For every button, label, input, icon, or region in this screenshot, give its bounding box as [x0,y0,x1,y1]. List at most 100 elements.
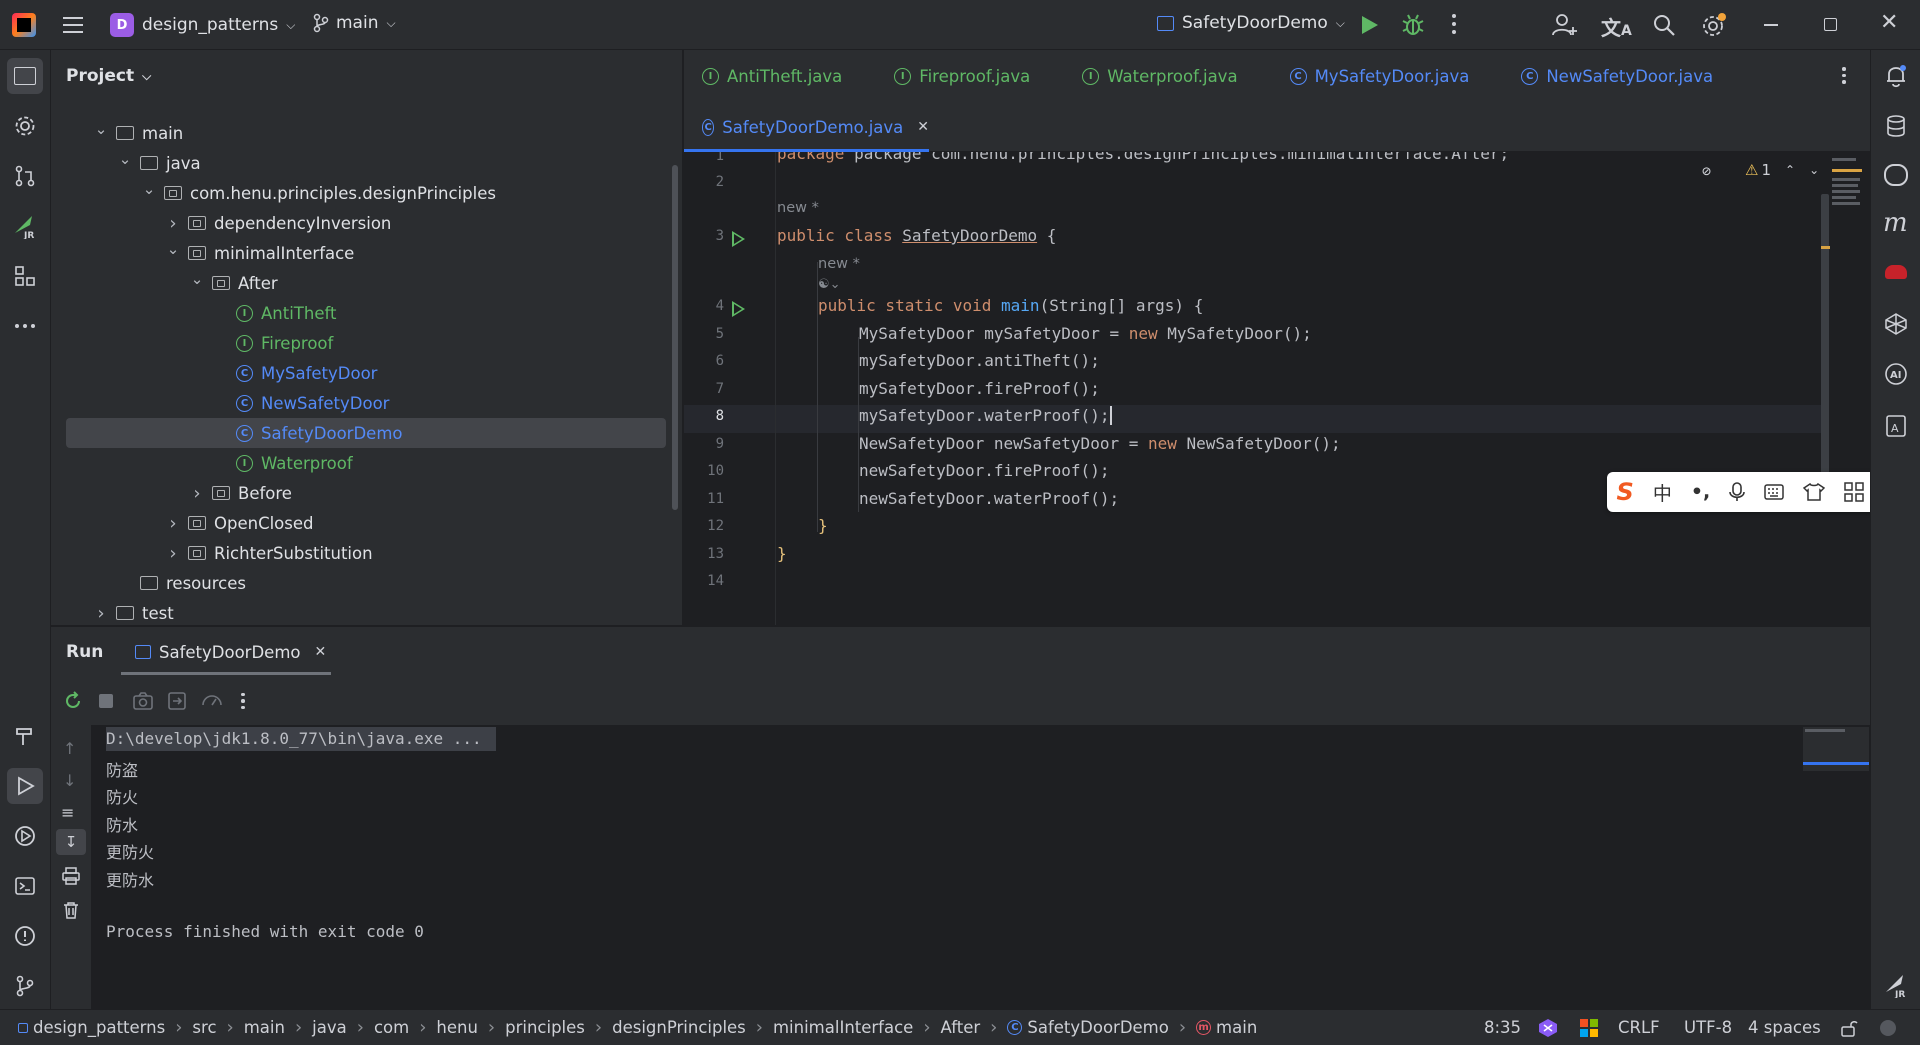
run-tab-safety-door-demo[interactable]: SafetyDoorDemo ✕ [121,627,331,677]
line-number[interactable]: 10 [684,463,724,479]
more-options-icon[interactable] [241,692,245,710]
unlock-icon[interactable] [1840,1019,1858,1037]
tree-item-fireproof[interactable]: I Fireproof [51,328,682,358]
dump-threads-icon[interactable] [133,692,153,710]
breadcrumb-item[interactable]: design_patterns [18,1018,165,1037]
more-actions-icon[interactable] [1452,14,1456,34]
punctuation-icon[interactable]: •, [1691,481,1710,503]
codeglance-icon[interactable] [1885,265,1907,279]
line-number[interactable]: 11 [684,491,724,507]
database-icon[interactable] [1885,114,1907,138]
chevron-right-icon[interactable]: › [94,603,108,624]
terminal-tool-button[interactable] [7,868,43,904]
clear-trash-icon[interactable] [62,901,80,919]
line-number[interactable]: 6 [684,353,724,369]
more-tools-button[interactable] [7,308,43,344]
chevron-right-icon[interactable]: › [166,513,180,534]
stop-icon[interactable] [99,694,113,708]
indent-settings[interactable]: 4 spaces [1748,1018,1821,1037]
print-icon[interactable] [62,867,80,885]
notifications-bell-icon[interactable] [1885,64,1907,88]
debug-bug-icon[interactable] [1402,13,1424,37]
chevron-down-icon[interactable]: ⌄ [166,240,180,258]
warnings-indicator[interactable]: ⚠ 1 ⌃ ⌄ [1745,161,1819,179]
breadcrumb-item[interactable]: designPrinciples [612,1018,746,1037]
main-menu-icon[interactable] [62,14,84,36]
usage-hint[interactable]: new * [818,256,860,272]
line-number[interactable]: 4 [684,298,724,314]
tree-item-java[interactable]: ⌄ java [51,148,682,178]
jrebel-panel-icon[interactable]: JR [1883,972,1909,998]
run-panel-title[interactable]: Run [66,642,103,662]
caret-position[interactable]: 8:35 [1484,1018,1521,1037]
copilot-icon[interactable] [1884,164,1908,186]
ime-language-toggle[interactable]: 中 [1653,479,1672,506]
line-number[interactable]: 9 [684,436,724,452]
exit-icon[interactable] [167,691,187,711]
run-class-gutter-icon[interactable] [732,231,745,247]
tree-item-main[interactable]: ⌄ main [51,118,682,148]
tab-fireproof-java[interactable]: I Fireproof.java [894,67,1030,86]
minimize-button[interactable] [1764,24,1778,26]
inlay-hint-icon[interactable]: ☯⌄ [818,277,841,292]
warning-stripe[interactable] [1821,246,1830,249]
tree-item-resources[interactable]: resources [51,568,682,598]
search-icon[interactable] [1652,13,1676,37]
line-number[interactable]: 5 [684,326,724,342]
add-user-icon[interactable] [1552,13,1578,37]
profiler-icon[interactable] [201,691,223,711]
scroll-up-icon[interactable]: ↑ [63,739,76,758]
project-tool-button[interactable] [7,58,43,94]
breadcrumb-item[interactable]: minimalInterface [773,1018,913,1037]
line-number[interactable]: 3 [684,228,724,244]
tree-item-openclosed[interactable]: › OpenClosed [51,508,682,538]
translation-doc-icon[interactable]: A [1885,414,1907,438]
project-switcher[interactable]: D design_patterns ⌵ [110,13,295,37]
close-tab-icon[interactable]: ✕ [917,119,929,135]
reader-mode-icon[interactable]: ⊘ [1702,162,1711,180]
tab-waterproof-java[interactable]: I Waterproof.java [1082,67,1238,86]
tree-item-com-henu-principles-designprinciples[interactable]: ⌄ com.henu.principles.designPrinciples [51,178,682,208]
line-number[interactable]: 1 [684,152,724,164]
chevron-down-icon[interactable]: ⌄ [118,150,132,168]
ai-chat-icon[interactable]: AI [1884,362,1908,386]
tabs-more-icon[interactable] [1842,67,1846,84]
rerun-icon[interactable] [63,691,83,711]
toolbox-grid-icon[interactable] [1844,482,1865,502]
services-tool-button[interactable] [7,108,43,144]
tree-item-before[interactable]: › Before [51,478,682,508]
tree-item-after[interactable]: ⌄ After [51,268,682,298]
chevron-right-icon[interactable]: › [166,213,180,234]
editor-minimap[interactable] [1832,154,1870,224]
soft-wrap-icon[interactable]: ≡ [61,803,74,822]
breadcrumb-item[interactable]: principles [505,1018,585,1037]
tab-safety-door-demo[interactable]: C SafetyDoorDemo.java ✕ [684,102,929,152]
tree-item-minimalinterface[interactable]: ⌄ minimalInterface [51,238,682,268]
intellij-logo-icon[interactable] [12,13,36,37]
tab-mysafetydoor-java[interactable]: C MySafetyDoor.java [1289,67,1469,86]
close-run-tab-icon[interactable]: ✕ [314,644,326,660]
next-highlight-icon[interactable]: ⌄ [1809,163,1819,177]
tree-item-safetydoordemo[interactable]: C SafetyDoorDemo [66,418,666,448]
run-tool-button[interactable] [7,768,43,804]
ai-status-icon[interactable] [1538,1018,1558,1038]
problems-tool-button[interactable] [7,918,43,954]
breadcrumb-item[interactable]: java [312,1018,347,1037]
breadcrumb-item[interactable]: com [374,1018,409,1037]
breadcrumb-item[interactable]: After [941,1018,981,1037]
git-tool-button[interactable] [7,968,43,1004]
tree-item-richtersubstitution[interactable]: › RichterSubstitution [51,538,682,568]
line-number[interactable]: 7 [684,381,724,397]
windows-logo-icon[interactable] [1580,1019,1598,1037]
breadcrumb-item[interactable]: main [244,1018,285,1037]
run-button[interactable] [1362,16,1378,34]
breadcrumb-item[interactable]: henu [436,1018,478,1037]
pull-requests-tool-button[interactable] [7,158,43,194]
build-tool-button[interactable] [7,718,43,754]
tree-item-test[interactable]: › test [51,598,682,625]
tree-item-antitheft[interactable]: I AntiTheft [51,298,682,328]
chevron-down-icon[interactable]: ⌄ [94,120,108,138]
tree-item-mysafetydoor[interactable]: C MySafetyDoor [51,358,682,388]
line-separator[interactable]: CRLF [1618,1018,1660,1037]
services-run-button[interactable] [7,818,43,854]
